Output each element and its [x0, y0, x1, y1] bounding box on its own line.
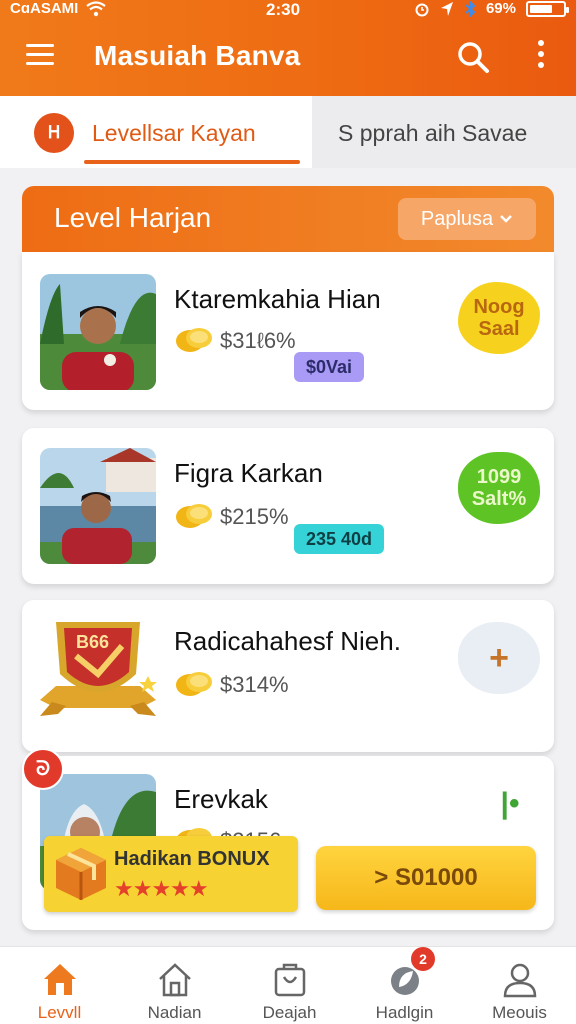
status-marker: |•: [480, 774, 540, 834]
location-icon: [440, 1, 453, 16]
sort-label: Paplusa: [420, 207, 494, 230]
avatar: [40, 274, 156, 390]
search-icon[interactable]: [456, 40, 490, 74]
item-price: $215%: [220, 504, 289, 529]
claim-button[interactable]: > S01000: [316, 846, 536, 910]
coin-icon: [176, 672, 212, 696]
tab-bar: ᕼ Levellsar Kayan S pprah aih Savae: [0, 96, 576, 168]
battery-percent: 69%: [485, 0, 516, 17]
discount-sticker-text: Noog Saal: [473, 296, 525, 340]
list-item[interactable]: Ktaremkahia Hian $31ℓ6% $0Vai Noog Saal: [22, 252, 554, 410]
discount-sticker-text: 1099 Salt%: [471, 466, 527, 510]
add-item-button[interactable]: +: [458, 622, 540, 694]
nav-nadian[interactable]: Nadian: [117, 947, 232, 1024]
item-price: $314%: [220, 672, 289, 697]
page-title: Masuiah Banva: [94, 40, 301, 71]
nav-deajah-label: Deajah: [262, 1003, 317, 1022]
section-title: Level Harjan: [54, 202, 212, 233]
corner-badge: ᘐ: [22, 748, 64, 790]
active-tab-indicator: [84, 160, 300, 164]
home-icon: [44, 964, 76, 995]
item-tag: 235 40d: [294, 524, 385, 554]
chevron-down-icon: [500, 215, 513, 223]
alarm-icon: [415, 3, 429, 16]
nav-profile-label: Meouis: [492, 1003, 547, 1022]
shield-badge-text: B66: [76, 632, 110, 652]
item-name: Radicahahesf Nieh.: [174, 626, 401, 656]
coin-icon: [176, 328, 212, 352]
bag-icon: [274, 963, 306, 997]
battery-icon: [526, 0, 569, 17]
carrier-label: CɑASAMI: [10, 0, 79, 17]
nav-nadian-label: Nadian: [147, 1003, 202, 1022]
notification-badge: 2: [411, 947, 435, 971]
item-price: $31ℓ6%: [220, 328, 296, 353]
bluetooth-icon: [465, 0, 476, 17]
nav-home[interactable]: Levvll: [2, 947, 117, 1024]
section-header: Level Harjan Paplusa: [22, 186, 554, 252]
item-name: Erevkak: [174, 784, 268, 814]
avatar: [40, 448, 156, 564]
nav-deajah[interactable]: Deajah: [232, 947, 347, 1024]
plus-icon: +: [489, 639, 509, 677]
discount-sticker: 1099 Salt%: [458, 452, 540, 524]
status-time: 2:30: [266, 0, 301, 19]
tab-level-label: Levellsar Kayan: [92, 120, 256, 146]
tab-savings[interactable]: S pprah aih Savae: [312, 96, 576, 168]
status-bar: CɑASAMI 2:30 69%: [0, 0, 576, 22]
tab-savings-label: S pprah aih Savae: [338, 120, 528, 146]
discount-sticker: Noog Saal: [458, 282, 540, 354]
corner-badge-text: ᘐ: [35, 757, 51, 780]
item-name: Figra Karkan: [174, 458, 323, 488]
hamburger-menu-icon[interactable]: [26, 44, 54, 68]
list-item[interactable]: Figra Karkan $215% 235 40d 1099 Salt%: [22, 428, 554, 584]
gift-box-icon: [56, 848, 106, 900]
coin-icon: [176, 504, 212, 528]
item-tag: $0Vai: [294, 352, 365, 382]
bonus-label: Hadikan BONUX: [114, 848, 270, 870]
rating-stars: ★★★★★: [114, 876, 209, 901]
user-icon: [503, 963, 537, 998]
house-outline-icon: [159, 963, 191, 997]
nav-profile[interactable]: Meouis: [462, 947, 576, 1024]
list-item[interactable]: B66 Radicahahesf Nieh. $314% +: [22, 600, 554, 752]
sort-dropdown-button[interactable]: Paplusa: [398, 198, 536, 240]
nav-hadlgin-label: Hadlgin: [375, 1003, 434, 1022]
item-name: Ktaremkahia Hian: [174, 284, 381, 314]
shield-badge-icon: B66: [36, 616, 160, 732]
wifi-icon: [86, 0, 107, 16]
status-marker-text: |•: [500, 787, 520, 820]
bonus-banner[interactable]: Hadikan BONUX ★★★★★: [44, 836, 298, 912]
nav-hadlgin[interactable]: 2 Hadlgin: [347, 947, 462, 1024]
tab-level[interactable]: ᕼ Levellsar Kayan: [0, 96, 312, 168]
more-options-icon[interactable]: [536, 40, 546, 74]
bottom-nav: Levvll Nadian Deajah 2 Hadlgin Meouis: [0, 946, 576, 1024]
app-bar: CɑASAMI 2:30 69% Masuiah Banva: [0, 0, 576, 96]
nav-home-label: Levvll: [37, 1003, 82, 1022]
tab-badge: ᕼ: [34, 113, 74, 153]
